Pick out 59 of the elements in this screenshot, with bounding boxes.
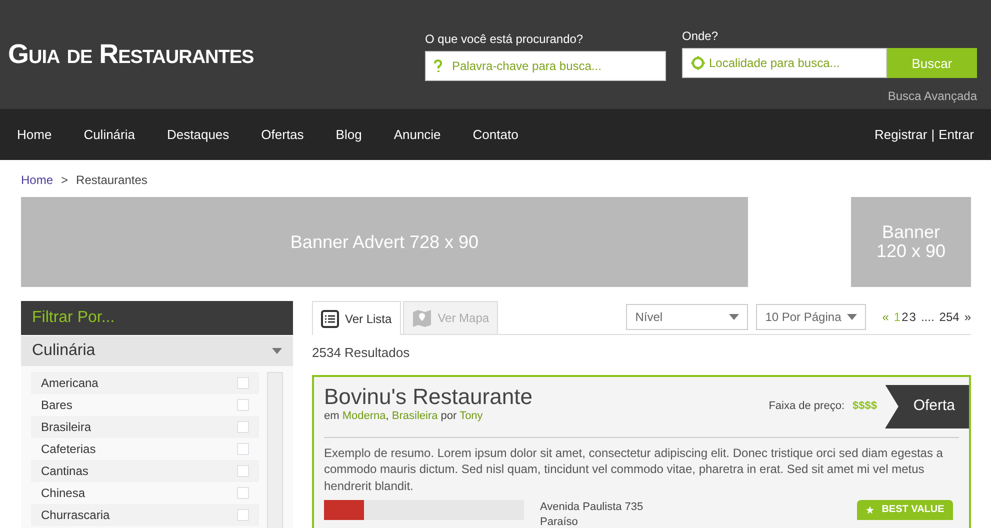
checkbox[interactable] [237, 421, 249, 433]
nav-link[interactable]: Home [17, 124, 52, 144]
nav-link[interactable]: Ofertas [261, 124, 304, 144]
advanced-search-link[interactable]: Busca Avançada [888, 89, 977, 104]
nav-link[interactable]: Destaques [167, 124, 230, 144]
field-label: Onde? [682, 28, 720, 46]
separator: | [931, 126, 935, 144]
category-line: em Moderna, Brasileira por Tony [324, 408, 484, 424]
option-label: Brasileira [41, 419, 92, 436]
dropdown[interactable]: 10 Por Página [756, 304, 866, 330]
scrollbar[interactable] [267, 372, 283, 528]
option-label: Churrascaria [41, 507, 110, 524]
dropdown[interactable]: Nível [626, 304, 748, 330]
next-page-link[interactable]: » [964, 308, 971, 326]
price-label: Faixa de preço: [768, 399, 845, 414]
filter-header: Filtrar Por... [21, 301, 293, 335]
map-pin-icon [412, 308, 432, 328]
location-field[interactable]: Localidade para busca... [682, 48, 887, 78]
caret-down-icon [729, 314, 740, 320]
view-tab[interactable]: Ver Lista [312, 301, 401, 335]
option-label: Bares [41, 397, 72, 414]
restaurant-name[interactable]: Bovinu's Restaurante [324, 384, 532, 408]
breadcrumb-separator: > [61, 172, 68, 189]
address-line: Paraíso [540, 514, 579, 528]
list-icon [321, 310, 339, 328]
option-label: Chinesa [41, 485, 86, 502]
search-field[interactable]: Palavra-chave para busca... [425, 51, 666, 81]
filter-section-header[interactable]: Culinária [21, 336, 293, 366]
nav-link[interactable]: Culinária [84, 124, 135, 144]
checkbox[interactable] [237, 465, 249, 477]
page-link[interactable]: 2 [902, 308, 908, 326]
nav-link[interactable]: Blog [336, 124, 362, 144]
restaurant-summary: Exemplo de resumo. Lorem ipsum dolor sit amet, consectetur adipiscing elit. Donec tristique orci sed diam egestas a commodo mauris dictum. Sed nisl quam, tincidunt vel commodo vitae, pharetra in erat. Sed sit amet mi vel metus hendrerit blandit. [324, 444, 944, 495]
star-icon [866, 506, 874, 514]
address-line: Avenida Paulista 735 [540, 500, 644, 515]
nav-link[interactable]: Contato [472, 124, 518, 144]
caret-down-icon [847, 314, 858, 320]
field-label: O que você está procurando? [425, 31, 584, 48]
site-logo[interactable]: Guia de Restaurantes [8, 34, 425, 75]
nav-link[interactable]: Anuncie [394, 124, 441, 144]
login-link[interactable]: Entrar [938, 124, 974, 144]
option-label: Cantinas [41, 463, 88, 480]
checkbox[interactable] [237, 443, 249, 455]
checkbox[interactable] [237, 377, 249, 389]
pagination-ellipsis: .... [920, 309, 934, 326]
page-link[interactable]: 254 [939, 308, 960, 326]
offer-tag: Oferta [885, 384, 969, 428]
register-link[interactable]: Registrar [874, 124, 928, 144]
page-link[interactable]: 3 [909, 308, 916, 326]
checkbox[interactable] [237, 487, 249, 499]
option-label: Cafeterias [41, 441, 96, 458]
breadcrumb-current: Restaurantes [76, 172, 148, 189]
results-count: 2534 Resultados [312, 344, 411, 362]
option-label: Americana [41, 375, 98, 392]
checkbox[interactable] [237, 399, 249, 411]
breadcrumb-link[interactable]: Home [21, 171, 54, 189]
section-title: Culinária [32, 341, 96, 361]
checkbox[interactable] [237, 509, 249, 521]
price-range: $$$$ [852, 399, 877, 414]
